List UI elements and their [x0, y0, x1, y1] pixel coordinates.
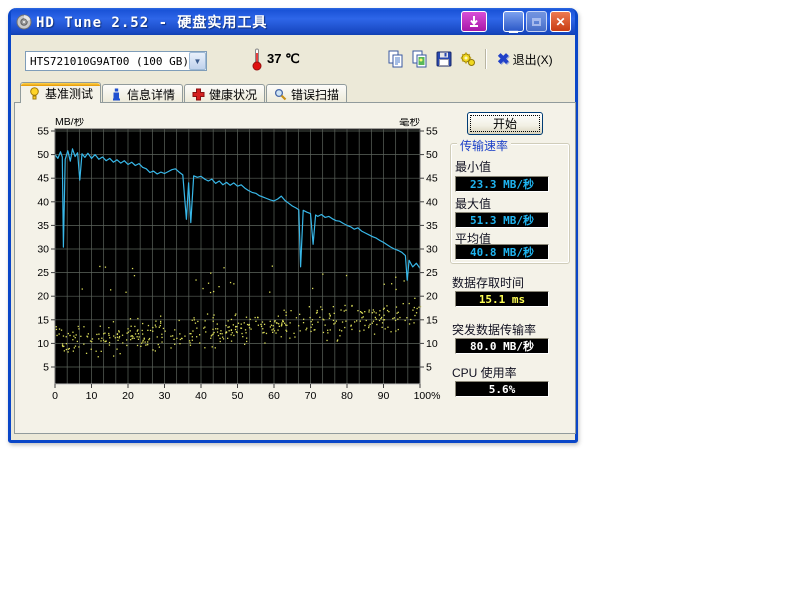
svg-text:40: 40 [195, 390, 207, 402]
svg-text:10: 10 [426, 338, 438, 350]
svg-text:30: 30 [426, 244, 438, 256]
svg-text:20: 20 [426, 291, 438, 303]
info-icon [110, 88, 123, 101]
cpu-usage-label: CPU 使用率 [452, 364, 517, 381]
window-title: HD Tune 2.52 - 硬盘实用工具 [36, 12, 267, 32]
svg-text:50: 50 [232, 390, 244, 402]
copy-text-icon [387, 50, 405, 68]
svg-text:20: 20 [122, 390, 134, 402]
exit-x-icon: ✖ [497, 50, 510, 68]
tab-benchmark[interactable]: 基准测试 [20, 82, 101, 103]
svg-text:55: 55 [426, 126, 438, 138]
copy-text-button[interactable] [385, 48, 407, 70]
group-title: 传输速率 [457, 137, 511, 154]
svg-text:10: 10 [86, 390, 98, 402]
svg-text:45: 45 [37, 173, 49, 185]
svg-text:5: 5 [426, 362, 432, 374]
maximize-icon [532, 18, 541, 26]
close-icon: ✕ [555, 15, 565, 29]
svg-text:100%: 100% [414, 390, 441, 402]
minimize-icon: ▁ [509, 20, 517, 33]
svg-text:15: 15 [426, 314, 438, 326]
save-button[interactable] [433, 48, 455, 70]
download-indicator-button[interactable] [461, 11, 487, 32]
down-arrow-icon [467, 15, 481, 29]
benchmark-chart: 5555505045454040353530302525202015151010… [36, 118, 456, 413]
drive-select-value: HTS721010G9AT00 (100 GB) [26, 55, 189, 68]
maximize-button[interactable] [526, 11, 547, 32]
lightbulb-icon [28, 87, 41, 100]
svg-text:55: 55 [37, 126, 49, 138]
max-label: 最大值 [455, 195, 491, 212]
copy-image-button[interactable] [409, 48, 431, 70]
client-area: HTS721010G9AT00 (100 GB) ▼ 37 ℃ [11, 35, 575, 437]
save-icon [435, 50, 453, 68]
svg-text:5: 5 [43, 362, 49, 374]
svg-text:25: 25 [37, 267, 49, 279]
svg-text:40: 40 [37, 196, 49, 208]
start-button[interactable]: 开始 [467, 112, 543, 135]
svg-text:50: 50 [426, 149, 438, 161]
avg-value: 40.8 MB/秒 [455, 244, 549, 260]
svg-text:毫秒: 毫秒 [399, 118, 420, 128]
chevron-down-icon[interactable]: ▼ [189, 52, 206, 70]
min-label: 最小值 [455, 158, 491, 175]
options-button[interactable] [457, 48, 479, 70]
max-value: 51.3 MB/秒 [455, 212, 549, 228]
drive-select[interactable]: HTS721010G9AT00 (100 GB) ▼ [25, 51, 207, 71]
tab-error-scan[interactable]: 错误扫描 [266, 84, 347, 103]
options-gear-icon [459, 50, 477, 68]
temperature-indicator: 37 ℃ [251, 47, 300, 71]
titlebar[interactable]: HD Tune 2.52 - 硬盘实用工具 ▁ ✕ [11, 8, 575, 35]
toolbar-separator [485, 49, 487, 69]
access-time-value: 15.1 ms [455, 291, 549, 307]
health-cross-icon [192, 88, 205, 101]
access-time-label: 数据存取时间 [452, 274, 524, 291]
svg-text:0: 0 [52, 390, 58, 402]
copy-image-icon [411, 50, 429, 68]
thermometer-icon [251, 47, 263, 71]
exit-button[interactable]: ✖ 退出(X) [493, 48, 557, 70]
tab-health[interactable]: 健康状况 [184, 84, 265, 103]
svg-text:50: 50 [37, 149, 49, 161]
svg-text:15: 15 [37, 314, 49, 326]
svg-text:80: 80 [341, 390, 353, 402]
close-button[interactable]: ✕ [550, 11, 571, 32]
svg-text:25: 25 [426, 267, 438, 279]
tab-info[interactable]: 信息详情 [102, 84, 183, 103]
svg-text:20: 20 [37, 291, 49, 303]
temperature-value: 37 ℃ [267, 51, 300, 67]
svg-text:MB/秒: MB/秒 [55, 118, 85, 128]
svg-text:70: 70 [305, 390, 317, 402]
svg-text:40: 40 [426, 196, 438, 208]
burst-rate-value: 80.0 MB/秒 [455, 338, 549, 354]
hdtune-window: HD Tune 2.52 - 硬盘实用工具 ▁ ✕ HTS721010G9AT0… [8, 8, 578, 443]
svg-text:45: 45 [426, 173, 438, 185]
min-value: 23.3 MB/秒 [455, 176, 549, 192]
svg-text:30: 30 [159, 390, 171, 402]
minimize-button[interactable]: ▁ [503, 11, 524, 32]
benchmark-panel: 5555505045454040353530302525202015151010… [14, 102, 576, 434]
cpu-usage-value: 5.6% [455, 381, 549, 397]
svg-text:35: 35 [37, 220, 49, 232]
magnifier-icon [274, 88, 287, 101]
tab-bar: 基准测试 信息详情 健康状况 错误扫描 [20, 82, 348, 103]
svg-text:10: 10 [37, 338, 49, 350]
app-icon [16, 14, 32, 30]
svg-text:35: 35 [426, 220, 438, 232]
svg-text:60: 60 [268, 390, 280, 402]
svg-text:90: 90 [378, 390, 390, 402]
burst-rate-label: 突发数据传输率 [452, 321, 536, 338]
focus-ring [470, 115, 540, 132]
toolbar: ✖ 退出(X) [385, 48, 557, 70]
svg-text:30: 30 [37, 244, 49, 256]
